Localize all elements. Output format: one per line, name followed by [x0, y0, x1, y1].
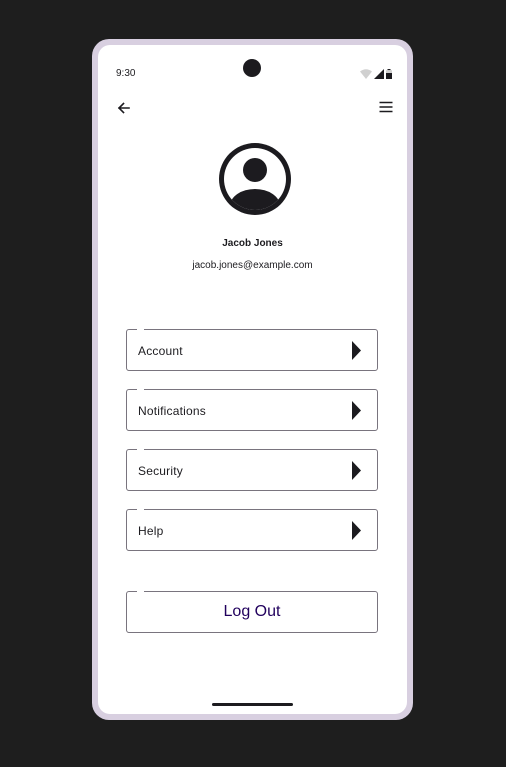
- status-time: 9:30: [116, 68, 136, 79]
- outline-notch: [137, 448, 144, 452]
- arrow-right-icon: [352, 521, 361, 540]
- menu-item-account[interactable]: Account: [126, 328, 378, 371]
- menu-item-notifications[interactable]: Notifications: [126, 388, 378, 431]
- menu-item-label: Notifications: [138, 404, 206, 418]
- logout-button[interactable]: Log Out: [126, 590, 378, 633]
- menu-item-label: Security: [138, 464, 183, 478]
- logout-label: Log Out: [223, 603, 281, 620]
- home-indicator[interactable]: [212, 703, 293, 706]
- user-name: Jacob Jones: [222, 238, 283, 249]
- phone-screen: 9:30 Jacob Jones jacob.jones@example.com…: [98, 45, 407, 714]
- status-icons: [360, 69, 392, 79]
- outline-notch: [137, 388, 144, 392]
- outline-notch: [137, 508, 144, 512]
- hamburger-menu-icon[interactable]: [377, 98, 395, 116]
- arrow-right-icon: [352, 341, 361, 360]
- user-email: jacob.jones@example.com: [192, 260, 313, 271]
- back-arrow-icon[interactable]: [115, 99, 133, 117]
- cell-signal-icon: [374, 69, 384, 79]
- account-circle-icon: [219, 143, 291, 215]
- phone-frame: 9:30 Jacob Jones jacob.jones@example.com…: [92, 39, 413, 720]
- menu-item-label: Account: [138, 344, 183, 358]
- battery-icon: [386, 69, 392, 79]
- arrow-right-icon: [352, 401, 361, 420]
- outline-notch: [137, 328, 144, 332]
- menu-item-label: Help: [138, 524, 164, 538]
- camera-cutout: [243, 59, 261, 77]
- wifi-icon: [360, 69, 372, 79]
- menu-item-security[interactable]: Security: [126, 448, 378, 491]
- outline-notch: [137, 590, 144, 594]
- menu-item-help[interactable]: Help: [126, 508, 378, 551]
- arrow-right-icon: [352, 461, 361, 480]
